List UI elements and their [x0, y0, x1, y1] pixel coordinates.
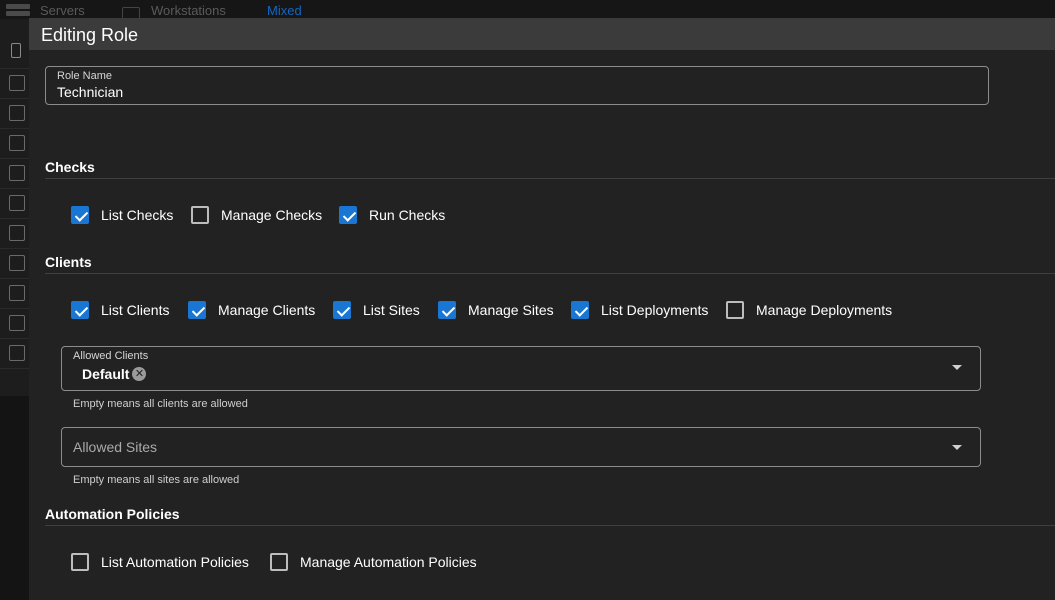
allowed-clients-select[interactable]: Allowed Clients Default ✕: [61, 346, 981, 391]
table-row[interactable]: [0, 128, 30, 159]
dialog-title: Editing Role: [41, 25, 139, 45]
checkbox-label: Manage Clients: [218, 302, 316, 318]
row-checkbox[interactable]: [9, 75, 25, 91]
table-row[interactable]: [0, 68, 30, 99]
checkbox-label: Manage Deployments: [756, 302, 893, 318]
table-row[interactable]: [0, 278, 30, 309]
chip-label: Default: [82, 366, 130, 382]
checkbox-box[interactable]: [571, 301, 589, 319]
role-name-field[interactable]: Role Name Technician: [45, 66, 989, 105]
checkbox-run-checks[interactable]: Run Checks: [339, 203, 445, 227]
section-title-automation-policies: Automation Policies: [45, 506, 180, 522]
mobile-icon: [11, 43, 21, 58]
row-checkbox[interactable]: [9, 315, 25, 331]
background-empty-area: [0, 396, 30, 600]
server-icon: [6, 4, 30, 18]
tab-servers[interactable]: Servers: [40, 3, 85, 18]
checkbox-label: Run Checks: [369, 207, 446, 223]
checkbox-list-checks[interactable]: List Checks: [71, 203, 173, 227]
checkbox-box[interactable]: [438, 301, 456, 319]
checkbox-box[interactable]: [71, 206, 89, 224]
row-checkbox[interactable]: [9, 195, 25, 211]
row-checkbox[interactable]: [9, 225, 25, 241]
client-chip[interactable]: Default ✕: [82, 366, 147, 382]
background-tabs: Servers Workstations Mixed: [0, 0, 1055, 23]
checkbox-box[interactable]: [270, 553, 288, 571]
dropdown-arrow-icon[interactable]: [952, 365, 962, 370]
checkbox-label: List Checks: [101, 207, 174, 223]
dialog-header: Editing Role: [29, 18, 1055, 50]
checkbox-label: List Deployments: [601, 302, 709, 318]
checkbox-manage-sites[interactable]: Manage Sites: [438, 298, 554, 322]
checkbox-list-clients[interactable]: List Clients: [71, 298, 169, 322]
row-checkbox[interactable]: [9, 105, 25, 121]
checkbox-manage-clients[interactable]: Manage Clients: [188, 298, 315, 322]
dropdown-arrow-icon[interactable]: [952, 445, 962, 450]
checkbox-label: List Clients: [101, 302, 170, 318]
checkbox-label: List Sites: [363, 302, 420, 318]
checkbox-label: List Automation Policies: [101, 554, 249, 570]
table-row[interactable]: [0, 158, 30, 189]
allowed-clients-label: Allowed Clients: [73, 350, 149, 362]
row-checkbox[interactable]: [9, 135, 25, 151]
allowed-clients-hint: Empty means all clients are allowed: [73, 398, 248, 410]
section-divider: [45, 273, 1055, 274]
table-header-cell: [0, 38, 30, 69]
section-title-checks: Checks: [45, 159, 95, 175]
checkbox-label: Manage Sites: [468, 302, 554, 318]
row-checkbox[interactable]: [9, 255, 25, 271]
checkbox-manage-deployments[interactable]: Manage Deployments: [726, 298, 892, 322]
edit-role-dialog: Editing Role Role Name Technician Checks…: [29, 18, 1055, 600]
section-title-clients: Clients: [45, 254, 92, 270]
table-row[interactable]: [0, 188, 30, 219]
checkbox-label: Manage Automation Policies: [300, 554, 477, 570]
checkbox-label: Manage Checks: [221, 207, 323, 223]
table-row[interactable]: [0, 338, 30, 369]
table-row[interactable]: [0, 248, 30, 279]
checkbox-box[interactable]: [726, 301, 744, 319]
role-name-label: Role Name: [57, 70, 113, 82]
tab-workstations[interactable]: Workstations: [151, 3, 226, 18]
allowed-sites-placeholder: Allowed Sites: [73, 439, 158, 455]
checkbox-list-deployments[interactable]: List Deployments: [571, 298, 708, 322]
checkbox-box[interactable]: [333, 301, 351, 319]
table-row[interactable]: [0, 218, 30, 249]
allowed-sites-hint: Empty means all sites are allowed: [73, 474, 240, 486]
row-checkbox[interactable]: [9, 165, 25, 181]
checkbox-box[interactable]: [71, 553, 89, 571]
checkbox-list-sites[interactable]: List Sites: [333, 298, 420, 322]
table-row[interactable]: [0, 98, 30, 129]
chip-remove-icon[interactable]: ✕: [132, 367, 147, 381]
checkbox-box[interactable]: [71, 301, 89, 319]
checkbox-box[interactable]: [339, 206, 357, 224]
section-divider: [45, 178, 1055, 179]
checkbox-box[interactable]: [191, 206, 209, 224]
tab-mixed[interactable]: Mixed: [267, 3, 302, 18]
checkbox-manage-checks[interactable]: Manage Checks: [191, 203, 322, 227]
checkbox-box[interactable]: [188, 301, 206, 319]
allowed-sites-select[interactable]: Allowed Sites: [61, 427, 981, 467]
row-checkbox[interactable]: [9, 345, 25, 361]
background-table-column: [0, 38, 30, 396]
row-checkbox[interactable]: [9, 285, 25, 301]
checkbox-manage-automation-policies[interactable]: Manage Automation Policies: [270, 550, 477, 574]
section-divider: [45, 525, 1055, 526]
checkbox-list-automation-policies[interactable]: List Automation Policies: [71, 550, 249, 574]
table-row[interactable]: [0, 308, 30, 339]
role-name-value[interactable]: Technician: [57, 84, 123, 100]
